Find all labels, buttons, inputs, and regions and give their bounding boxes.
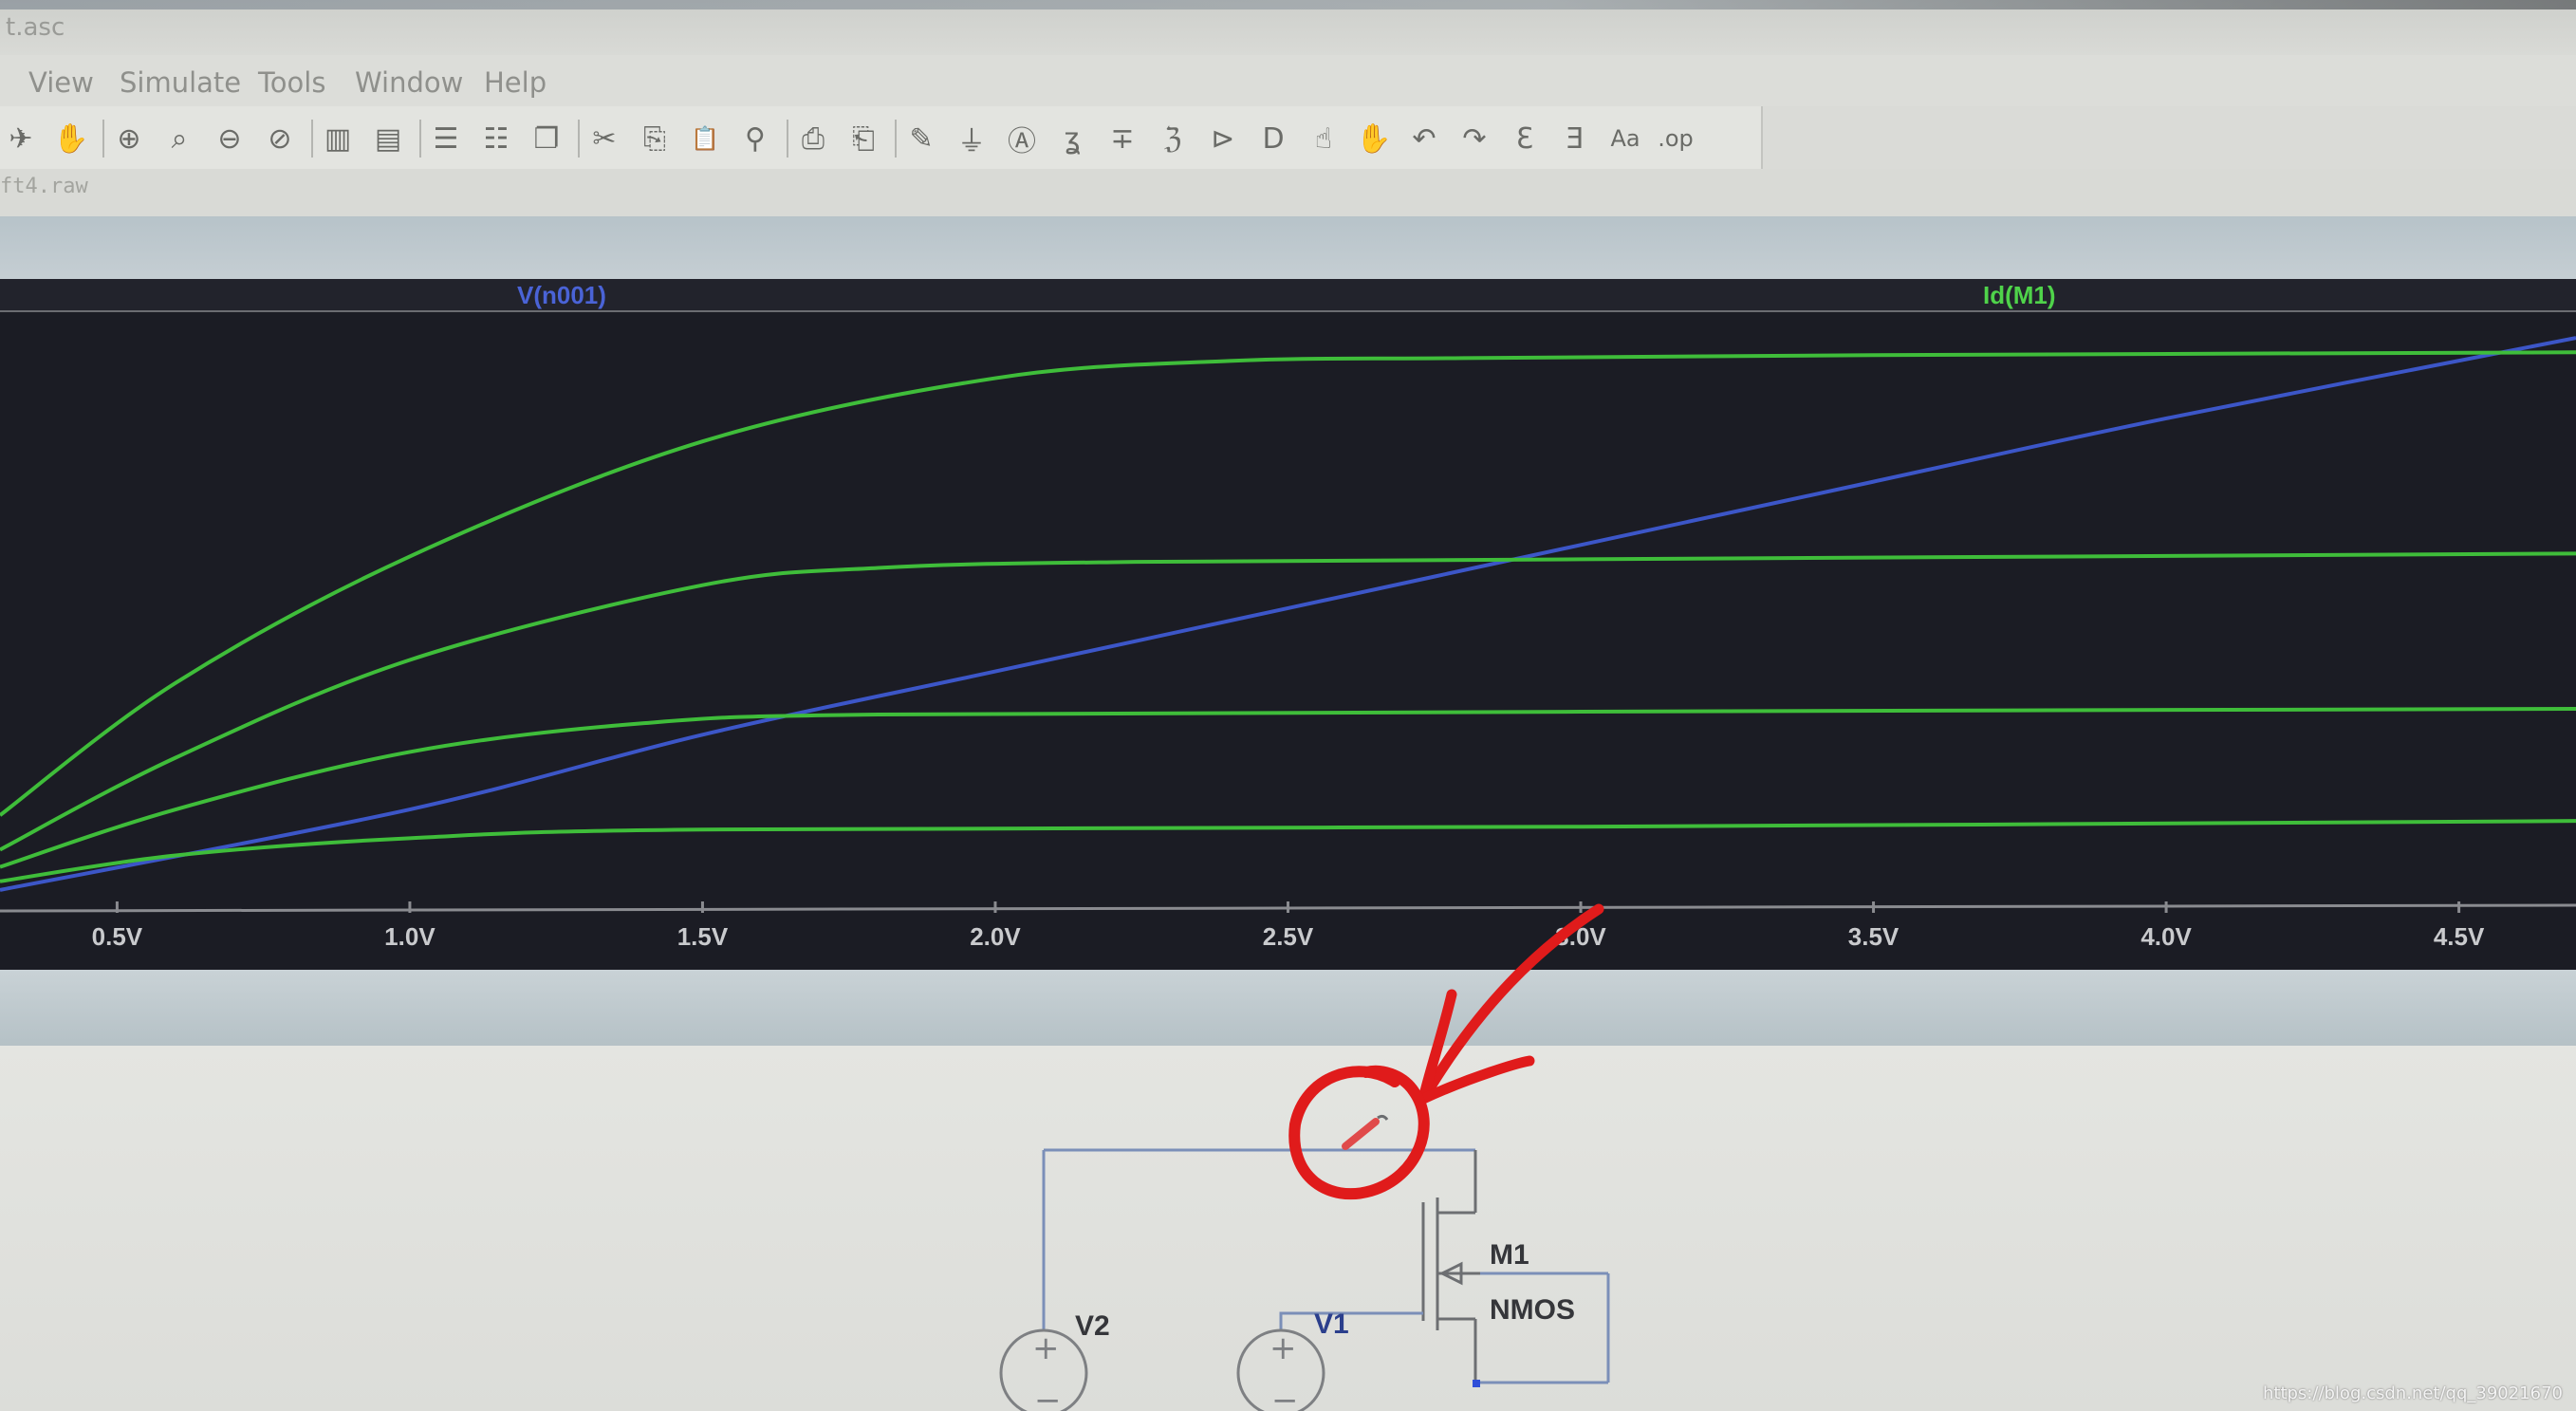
voltage-source-v2[interactable]: + −	[999, 1328, 1088, 1411]
toolbar-separator	[895, 120, 897, 158]
window-title: t.asc	[6, 13, 65, 42]
title-strip	[0, 0, 2576, 9]
undo-icon[interactable]: ↶	[1403, 118, 1445, 159]
tab-strip	[0, 169, 2576, 216]
x-tick-label: 3.0V	[1555, 922, 1606, 951]
move-icon[interactable]: ☝	[1303, 118, 1344, 159]
find-icon[interactable]: ⚲	[734, 118, 776, 159]
toolbar-separator	[578, 120, 580, 158]
toolbar-separator	[787, 120, 788, 158]
rotate-icon[interactable]: Ɛ	[1504, 118, 1546, 159]
trace-label-idm1[interactable]: Id(M1)	[1983, 281, 2056, 309]
trace-idm1-2[interactable]	[0, 551, 2576, 852]
schematic-editor[interactable]: + − + − V2 V1 M1 NMOS	[0, 1046, 2576, 1411]
toolbar-separator	[102, 120, 104, 158]
traces-group	[0, 336, 2576, 892]
zoom-cancel-icon[interactable]: ⊘	[259, 118, 301, 159]
pan-icon[interactable]: ⌕	[158, 118, 200, 159]
window-title-bar: t.asc	[0, 0, 2576, 55]
svg-text:−: −	[1271, 1382, 1299, 1411]
tile-vertical-icon[interactable]: ☷	[475, 118, 517, 159]
toolbar-separator	[311, 120, 313, 158]
draw-wire-icon[interactable]: ✎	[900, 118, 942, 159]
svg-text:+: +	[1032, 1329, 1060, 1367]
halt-hand-icon[interactable]: ✋	[50, 118, 92, 159]
diode-icon[interactable]: ⊳	[1202, 118, 1244, 159]
fit-icon[interactable]: ▤	[367, 118, 409, 159]
toolbar-separator	[419, 120, 421, 158]
schematic-svg: + − + − V2 V1 M1 NMOS	[999, 1114, 1610, 1411]
print-setup-icon[interactable]: ⎗	[843, 118, 884, 159]
label-nmos-model[interactable]: NMOS	[1490, 1294, 1575, 1326]
mirror-icon[interactable]: Ǝ	[1554, 118, 1596, 159]
toolbar: ✈ ✋ ⊕ ⌕ ⊖ ⊘ ▥ ▤ ☰ ☷ ❐ ✂ ⎘ 📋 ⚲ ⎙ ⎗ ✎ ⏚ Ⓐʓ ∓ ℨ ⊳ D ☝ ✋ ↶ ↷ Ɛ Ǝ Aa .op	[0, 106, 1763, 171]
x-tick-label: 4.5V	[2434, 922, 2485, 951]
menu-tools[interactable]: Tools	[258, 66, 325, 99]
menu-bar: View Simulate Tools Window Help	[0, 55, 2576, 106]
tile-horizontal-icon[interactable]: ☰	[425, 118, 467, 159]
resistor-icon[interactable]: ʓ	[1051, 118, 1093, 159]
trace-idm1-1[interactable]	[0, 350, 2576, 817]
x-tick-label: 1.5V	[677, 922, 729, 951]
cut-icon[interactable]: ✂	[584, 118, 625, 159]
zoom-out-icon[interactable]: ⊖	[209, 118, 250, 159]
menu-help[interactable]: Help	[484, 66, 547, 99]
x-tick-label: 4.0V	[2140, 922, 2192, 951]
redo-icon[interactable]: ↷	[1454, 118, 1495, 159]
autorange-icon[interactable]: ▥	[317, 118, 359, 159]
trace-vn001[interactable]	[0, 336, 2576, 892]
paste-icon[interactable]: 📋	[684, 118, 726, 159]
plot-header	[0, 279, 2576, 311]
trace-label-vn001[interactable]: V(n001)	[517, 281, 606, 309]
menu-simulate[interactable]: Simulate	[120, 66, 241, 99]
ground-icon[interactable]: ⏚	[951, 118, 992, 159]
svg-text:+: +	[1269, 1329, 1297, 1367]
current-probe-cursor-icon	[1342, 1114, 1389, 1150]
capacitor-icon[interactable]: ∓	[1102, 118, 1143, 159]
x-tick-label: 2.5V	[1263, 922, 1314, 951]
waveform-window-frame-bottom	[0, 970, 2576, 1046]
trace-idm1-4[interactable]	[0, 819, 2576, 883]
menu-window[interactable]: Window	[355, 66, 463, 99]
toolbar-empty-area	[1763, 106, 2576, 169]
spice-directive-icon[interactable]: .op	[1655, 118, 1696, 159]
waveform-plot[interactable]: V(n001) Id(M1) 0.5V 1.0V 1.5V 2.0V 2.5V 3.0V 3…	[0, 279, 2576, 970]
print-icon[interactable]: ⎙	[792, 118, 834, 159]
text-icon[interactable]: Aa	[1604, 118, 1646, 159]
run-icon[interactable]: ✈	[0, 118, 42, 159]
x-tick-label: 0.5V	[92, 922, 143, 951]
label-v2[interactable]: V2	[1075, 1310, 1110, 1342]
zoom-in-icon[interactable]: ⊕	[108, 118, 150, 159]
tab-waveform-file[interactable]: ft4.raw	[0, 175, 88, 198]
voltage-source-v1[interactable]: + −	[1236, 1328, 1325, 1411]
x-tick-label: 2.0V	[970, 922, 1021, 951]
waveform-window-frame-top	[0, 216, 2576, 279]
menu-view[interactable]: View	[28, 66, 94, 99]
trace-idm1-3[interactable]	[0, 706, 2576, 869]
label-v1[interactable]: V1	[1314, 1309, 1349, 1340]
component-icon[interactable]: D	[1252, 118, 1294, 159]
cascade-icon[interactable]: ❐	[526, 118, 567, 159]
drag-icon[interactable]: ✋	[1353, 118, 1395, 159]
waveform-plot-svg: V(n001) Id(M1) 0.5V 1.0V 1.5V 2.0V 2.5V 3.0V 3…	[0, 279, 2576, 951]
x-tick-label: 1.0V	[384, 922, 436, 951]
label-net-icon[interactable]: Ⓐ	[1001, 118, 1043, 159]
wire-gate	[1279, 1311, 1423, 1330]
nmos-m1-symbol[interactable]	[1421, 1197, 1610, 1387]
x-tick-label: 3.5V	[1848, 922, 1900, 951]
label-m1[interactable]: M1	[1490, 1239, 1529, 1271]
inductor-icon[interactable]: ℨ	[1152, 118, 1194, 159]
svg-text:−: −	[1034, 1382, 1062, 1411]
watermark: https://blog.csdn.net/qq_39021670	[2262, 1383, 2563, 1403]
copy-icon[interactable]: ⎘	[634, 118, 676, 159]
